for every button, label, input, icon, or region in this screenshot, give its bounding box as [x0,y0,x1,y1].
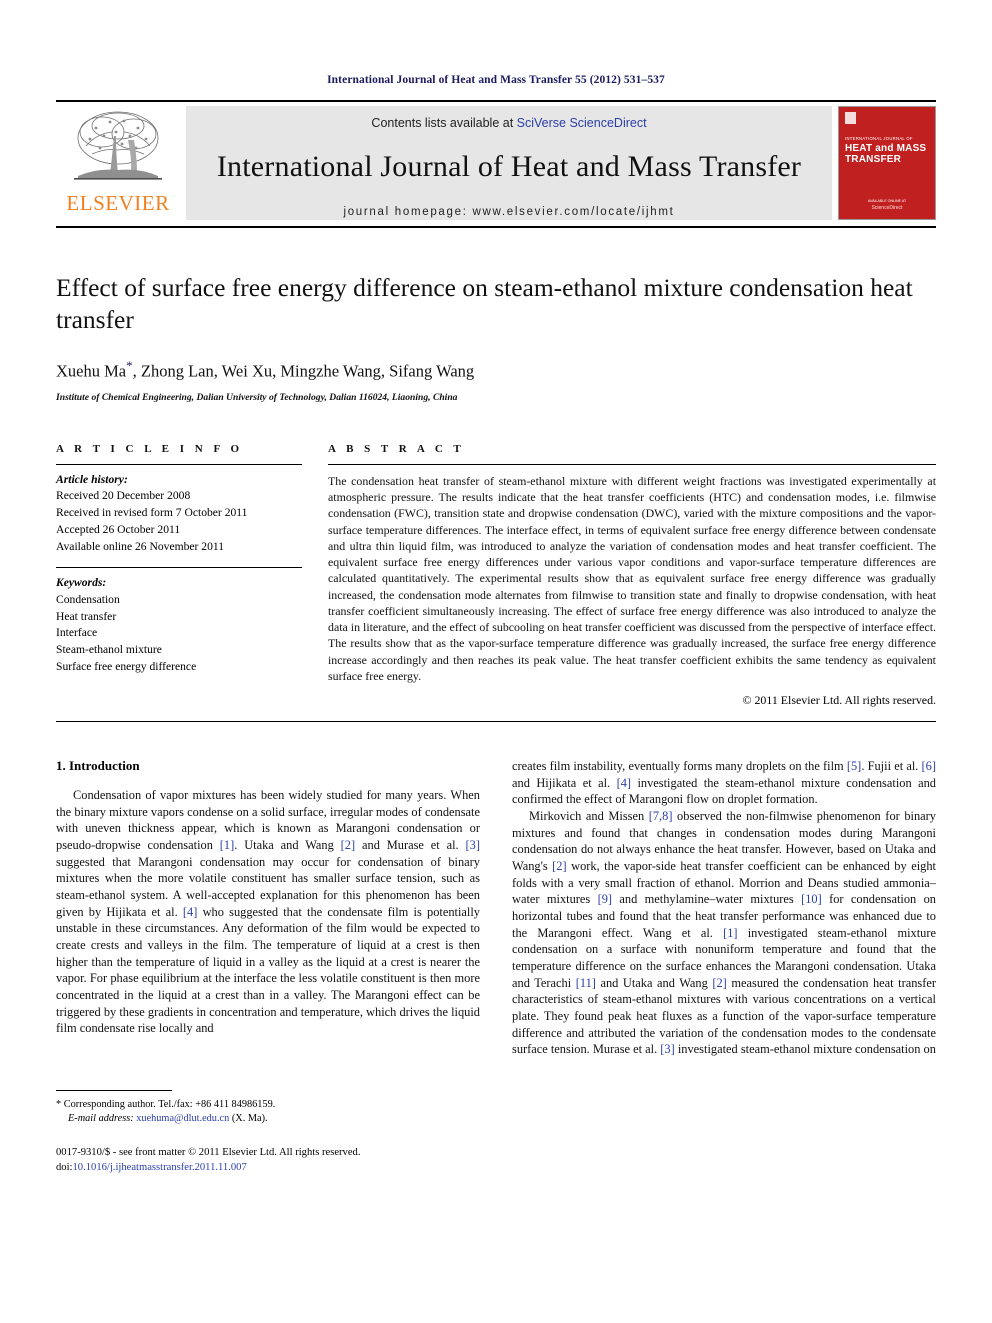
cover-elsevier-icon [845,112,856,124]
cover-title-line-2: TRANSFER [845,154,902,166]
author-list: Xuehu Ma*, Zhong Lan, Wei Xu, Mingzhe Wa… [56,358,936,382]
affiliation: Institute of Chemical Engineering, Dalia… [56,391,458,403]
keywords-block: Keywords: Condensation Heat transfer Int… [56,575,302,675]
contents-available-line: Contents lists available at SciVerse Sci… [371,116,646,130]
email-label: E-mail address: [68,1113,134,1125]
author-rest: , Zhong Lan, Wei Xu, Mingzhe Wang, Sifan… [132,361,475,381]
masthead-center-panel: Contents lists available at SciVerse Sci… [186,106,832,220]
cover-footer-line-1: AVAILABLE ONLINE AT [867,199,907,203]
journal-masthead: ELSEVIER Contents lists available at Sci… [56,100,936,226]
running-head: International Journal of Heat and Mass T… [327,74,665,86]
article-info-column: A R T I C L E I N F O Article history: R… [56,443,302,708]
footnote-block: * Corresponding author. Tel./fax: +86 41… [56,1089,480,1175]
citation-link[interactable]: [9] [598,892,612,906]
footnote-divider [56,1089,172,1091]
page-title: Effect of surface free energy difference… [56,273,913,335]
email-suffix: (X. Ma). [231,1113,268,1125]
paragraph-right-2: Mirkovich and Missen [7,8] observed the … [512,809,936,1057]
paragraph-right-1: creates film instability, eventually for… [512,759,936,807]
history-item: Received in revised form 7 October 2011 [56,506,248,520]
keywords-rule [56,567,302,569]
paper-page: International Journal of Heat and Mass T… [0,0,992,1323]
cover-footer-line-2: ScienceDirect [871,205,903,211]
article-history-label: Article history: [56,472,128,486]
body-column-left: 1. Introduction Condensation of vapor mi… [56,758,480,1175]
paragraph-intro-1: Condensation of vapor mixtures has been … [56,788,481,1036]
abstract-column: A B S T R A C T The condensation heat tr… [328,443,936,708]
sciencedirect-link[interactable]: SciVerse ScienceDirect [517,116,647,130]
citation-link[interactable]: [2] [341,838,355,852]
citation-link[interactable]: [4] [183,905,197,919]
footnote-text: Corresponding author. Tel./fax: +86 411 … [63,1098,276,1110]
keyword-item: Interface [56,626,98,640]
cover-title-line-1: HEAT and MASS [845,143,927,154]
cover-footer: AVAILABLE ONLINE AT ScienceDirect [839,199,935,211]
citation-link[interactable]: [1] [220,838,234,852]
masthead-bottom-rule [56,226,936,228]
doi-prefix: doi: [56,1161,73,1173]
contents-prefix: Contents lists available at [371,116,517,130]
citation-link[interactable]: [2] [552,859,566,873]
corresponding-author-note: * Corresponding author. Tel./fax: +86 41… [56,1098,480,1126]
elsevier-tree-icon [66,106,170,192]
doi-value[interactable]: 10.1016/j.ijheatmasstransfer.2011.11.007 [72,1162,246,1173]
citation-link[interactable]: [5] [847,759,861,773]
elsevier-wordmark: ELSEVIER [66,191,170,215]
issn-copyright-block: 0017-9310/$ - see front matter © 2011 El… [56,1146,480,1175]
history-item: Accepted 26 October 2011 [56,522,181,536]
citation-link[interactable]: [7,8] [649,809,673,823]
abstract-heading: A B S T R A C T [328,442,465,455]
article-info-heading: A R T I C L E I N F O [56,442,244,455]
body-column-right: creates film instability, eventually for… [512,758,936,1175]
doi-line: doi:10.1016/j.ijheatmasstransfer.2011.11… [56,1161,480,1175]
footnote-marker: * [56,1098,62,1110]
citation-link[interactable]: [10] [801,892,822,906]
issn-line: 0017-9310/$ - see front matter © 2011 El… [56,1147,361,1159]
history-item: Received 20 December 2008 [56,489,191,503]
email-link[interactable]: xuehuma@dlut.edu.cn [136,1113,229,1124]
journal-title: International Journal of Heat and Mass T… [216,150,802,183]
elsevier-logo: ELSEVIER [56,102,180,226]
journal-homepage-line[interactable]: journal homepage: www.elsevier.com/locat… [343,206,674,218]
title-block: Effect of surface free energy difference… [56,272,936,403]
cover-kicker: INTERNATIONAL JOURNAL OF [845,136,913,141]
citation-link[interactable]: [3] [466,838,480,852]
citation-link[interactable]: [2] [712,976,726,990]
citation-link[interactable]: [3] [660,1042,674,1056]
body-columns: 1. Introduction Condensation of vapor mi… [56,758,936,1175]
keywords-label: Keywords: [56,576,107,590]
keyword-item: Condensation [56,592,120,606]
article-history-block: Article history: Received 20 December 20… [56,472,302,555]
abstract-copyright: © 2011 Elsevier Ltd. All rights reserved… [742,693,936,707]
keyword-item: Steam-ethanol mixture [56,642,162,656]
citation-link[interactable]: [6] [922,759,936,773]
abstract-bottom-rule [56,721,936,722]
citation-link[interactable]: [4] [617,776,631,790]
citation-link[interactable]: [1] [723,926,737,940]
journal-cover-thumbnail: INTERNATIONAL JOURNAL OF HEAT and MASS T… [838,106,936,220]
section-heading-introduction: 1. Introduction [56,758,140,773]
history-item: Available online 26 November 2011 [56,539,225,553]
keyword-item: Surface free energy difference [56,659,197,673]
article-info-rule [56,463,302,465]
info-abstract-region: A R T I C L E I N F O Article history: R… [56,443,936,708]
citation-link[interactable]: [11] [576,976,596,990]
author-first: Xuehu Ma [56,361,127,381]
abstract-rule [328,463,936,465]
keyword-item: Heat transfer [56,609,117,623]
abstract-text: The condensation heat transfer of steam-… [328,473,936,683]
